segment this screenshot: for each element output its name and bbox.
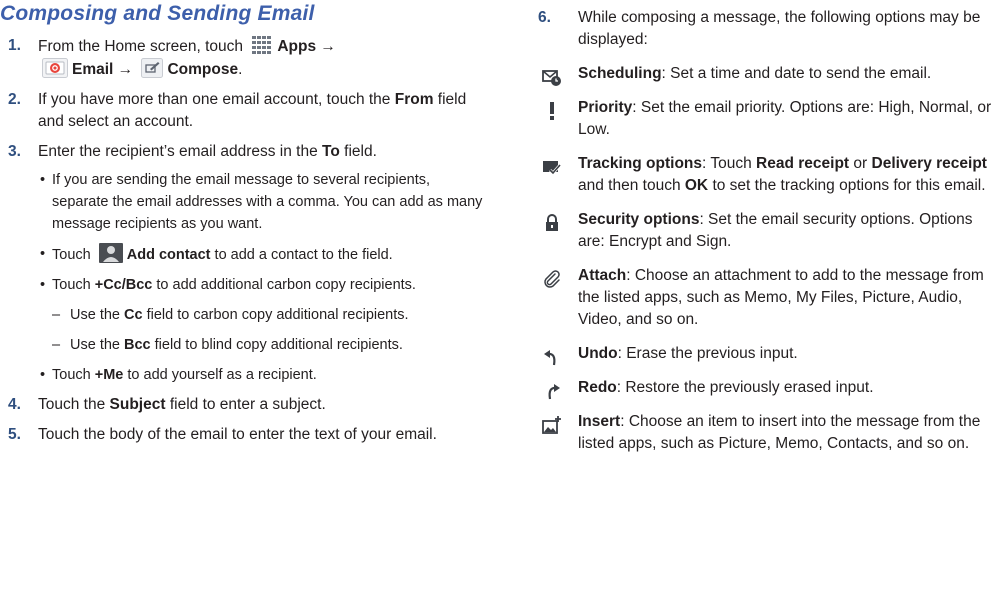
- option-name: Insert: [578, 413, 621, 430]
- option-redo: Redo: Restore the previously erased inpu…: [538, 377, 998, 401]
- list-item: Touch Add contact to add a contact to th…: [38, 243, 490, 266]
- step-number: 4.: [8, 396, 21, 413]
- email-label: Email: [72, 61, 114, 78]
- bullet-keyword: Cc: [124, 307, 143, 323]
- bullet-text: Use the: [70, 307, 120, 323]
- arrow: →: [320, 38, 336, 55]
- step-text: Touch the body of the email to enter the…: [38, 426, 437, 443]
- tracking-icon: [542, 157, 562, 177]
- option-insert: Insert: Choose an item to insert into th…: [538, 411, 998, 455]
- step-3: 3. Enter the recipient’s email address i…: [0, 141, 490, 386]
- option-scheduling: Scheduling: Set a time and date to send …: [538, 63, 998, 87]
- step-number: 6.: [538, 9, 551, 26]
- lock-icon: [542, 213, 562, 233]
- bullet-text: Touch: [52, 367, 91, 383]
- apps-grid-icon: [251, 35, 274, 55]
- scheduling-icon: [542, 67, 562, 87]
- option-desc: : Set the email priority. Options are: H…: [578, 99, 992, 138]
- step-keyword: Subject: [109, 396, 166, 413]
- option-desc: : Restore the previously erased input.: [616, 379, 874, 396]
- step-3-bullets: If you are sending the email message to …: [38, 169, 490, 386]
- option-desc: : Erase the previous input.: [617, 345, 798, 362]
- bullet-text: field to carbon copy additional recipien…: [146, 307, 409, 323]
- option-keyword: OK: [684, 177, 709, 194]
- step-number: 3.: [8, 143, 21, 160]
- option-desc: : Touch: [702, 155, 752, 172]
- option-name: Scheduling: [578, 65, 662, 82]
- bullet-text: Touch: [52, 247, 91, 263]
- option-desc: and then touch: [578, 177, 681, 194]
- apps-label: Apps: [277, 38, 317, 55]
- option-name: Tracking options: [578, 155, 703, 172]
- insert-image-icon: [542, 415, 562, 435]
- list-item: Use the Bcc field to blind copy addition…: [38, 334, 490, 356]
- option-security: Security options: Set the email security…: [538, 209, 998, 253]
- step-keyword: From: [394, 91, 434, 108]
- compose-icon: [141, 58, 164, 78]
- bullet-text: If you are sending the email message to …: [52, 172, 483, 232]
- bullet-text: field to blind copy additional recipient…: [154, 337, 403, 353]
- paperclip-icon: [542, 269, 562, 289]
- step-text: field.: [344, 143, 377, 160]
- undo-icon: [542, 347, 562, 367]
- step-text: field to enter a subject.: [169, 396, 326, 413]
- bullet-keyword: +Cc/Bcc: [94, 277, 153, 293]
- option-priority: Priority: Set the email priority. Option…: [538, 97, 998, 141]
- option-name: Priority: [578, 99, 633, 116]
- step-text: From the Home screen, touch: [38, 38, 244, 55]
- list-item: Touch +Me to add yourself as a recipient…: [38, 364, 490, 386]
- option-desc: or: [853, 155, 868, 172]
- option-desc: to set the tracking options for this ema…: [712, 177, 986, 194]
- left-column: 1. From the Home screen, touch Apps → Em…: [0, 35, 490, 454]
- step-number: 2.: [8, 91, 21, 108]
- email-app-icon: [42, 58, 68, 78]
- option-name: Security options: [578, 211, 700, 228]
- punctuation: .: [238, 61, 243, 78]
- bullet-text: Use the: [70, 337, 120, 353]
- option-keyword: Read receipt: [756, 155, 850, 172]
- page-title: Composing and Sending Email: [0, 2, 315, 25]
- step-number: 5.: [8, 426, 21, 443]
- option-name: Undo: [578, 345, 618, 362]
- option-name: Attach: [578, 267, 627, 284]
- step-text: Enter the recipient’s email address in t…: [38, 143, 318, 160]
- step-4: 4. Touch the Subject field to enter a su…: [0, 394, 490, 416]
- bullet-keyword: +Me: [94, 367, 124, 383]
- step-2: 2. If you have more than one email accou…: [0, 89, 490, 133]
- option-tracking: Tracking options: Touch Read receipt or …: [538, 153, 998, 197]
- step-text: Touch the: [38, 396, 106, 413]
- priority-icon: [542, 101, 562, 121]
- step-5: 5. Touch the body of the email to enter …: [0, 424, 490, 446]
- option-desc: : Choose an attachment to add to the mes…: [578, 267, 984, 328]
- option-attach: Attach: Choose an attachment to add to t…: [538, 265, 998, 331]
- step-1: 1. From the Home screen, touch Apps → Em…: [0, 35, 490, 81]
- list-item: If you are sending the email message to …: [38, 169, 490, 235]
- step-number: 1.: [8, 37, 21, 54]
- bullet-keyword: Add contact: [126, 247, 211, 263]
- option-desc: : Set a time and date to send the email.: [661, 65, 932, 82]
- step-text: While composing a message, the following…: [578, 9, 981, 48]
- step-6: 6. While composing a message, the follow…: [538, 7, 998, 51]
- contact-person-icon: [98, 243, 123, 263]
- compose-label: Compose: [167, 61, 239, 78]
- option-undo: Undo: Erase the previous input.: [538, 343, 998, 367]
- redo-icon: [542, 381, 562, 401]
- bullet-text: Touch: [52, 277, 91, 293]
- step-keyword: To: [322, 143, 340, 160]
- bullet-keyword: Bcc: [124, 337, 151, 353]
- option-desc: : Choose an item to insert into the mess…: [578, 413, 981, 452]
- list-item: Use the Cc field to carbon copy addition…: [38, 304, 490, 326]
- step-text: If you have more than one email account,…: [38, 91, 391, 108]
- option-name: Redo: [578, 379, 617, 396]
- bullet-text: to add a contact to the field.: [214, 247, 393, 263]
- list-item: Touch +Cc/Bcc to add additional carbon c…: [38, 274, 490, 296]
- option-keyword: Delivery receipt: [871, 155, 987, 172]
- arrow: →: [117, 61, 134, 78]
- right-column: 6. While composing a message, the follow…: [538, 7, 998, 455]
- bullet-text: to add yourself as a recipient.: [127, 367, 317, 383]
- bullet-text: to add additional carbon copy recipients…: [156, 277, 416, 293]
